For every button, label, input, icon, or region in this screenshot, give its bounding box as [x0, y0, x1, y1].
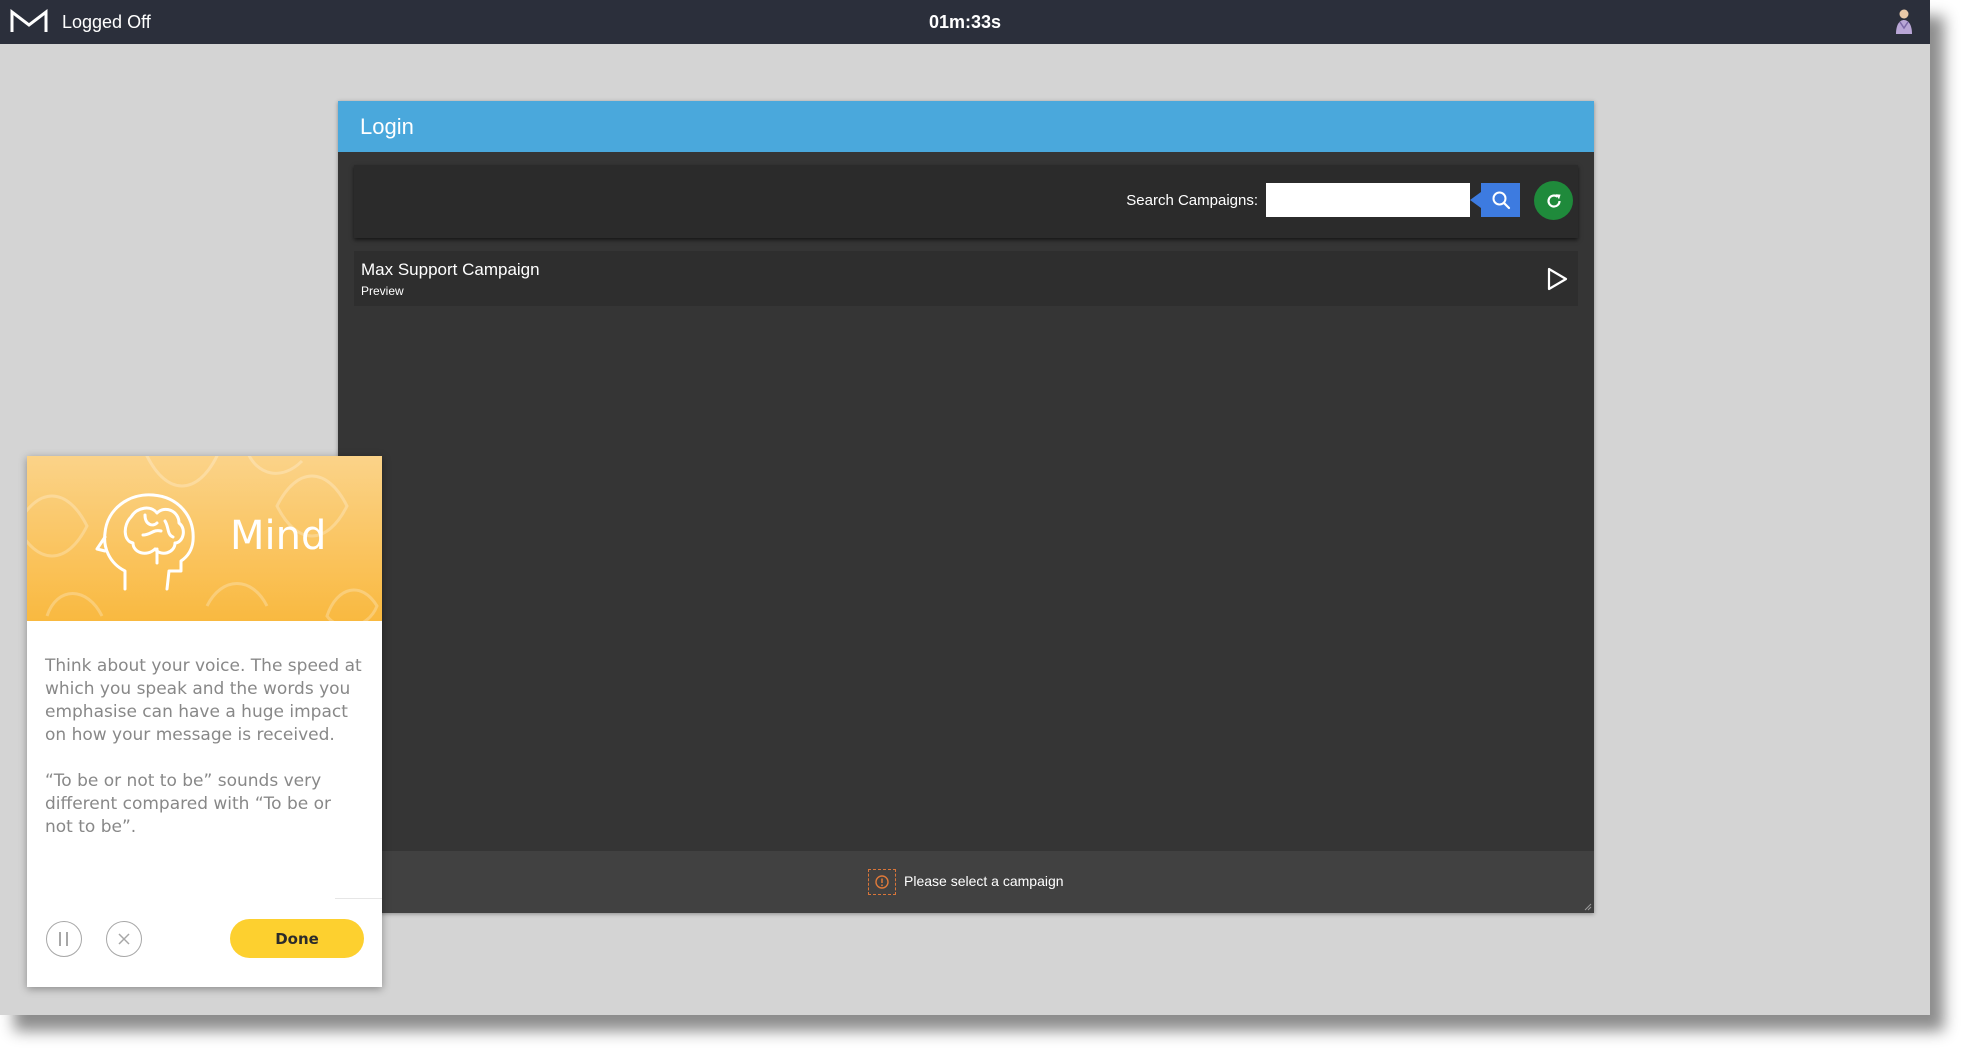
tip-paragraph: Think about your voice. The speed at whi…: [45, 656, 362, 745]
mind-card-header: Mind: [27, 456, 382, 621]
mind-card-body: Think about your voice. The speed at whi…: [45, 655, 363, 862]
search-campaigns-input[interactable]: [1266, 183, 1470, 217]
panel-header: Login: [338, 101, 1594, 152]
info-icon: [868, 869, 896, 895]
refresh-icon: [1546, 193, 1561, 208]
campaign-name: Max Support Campaign: [361, 260, 540, 279]
tip-paragraph: “To be or not to be” sounds very differe…: [45, 771, 332, 837]
divider: [335, 898, 382, 899]
brain-head-icon: [95, 493, 195, 591]
campaign-list-item[interactable]: Max Support Campaign Preview: [354, 251, 1578, 306]
resize-grip-icon[interactable]: [1584, 903, 1592, 911]
campaign-mode: Preview: [361, 284, 404, 298]
login-panel: Login Search Campaigns: Max Support Camp…: [338, 101, 1594, 913]
done-button[interactable]: Done: [230, 919, 364, 958]
panel-title: Login: [360, 114, 414, 139]
close-icon: [118, 933, 130, 945]
search-label: Search Campaigns:: [1126, 192, 1258, 209]
top-bar: Logged Off 01m:33s: [0, 0, 1930, 44]
session-timer: 01m:33s: [928, 12, 1002, 32]
play-icon[interactable]: [1544, 265, 1570, 293]
pause-button[interactable]: [46, 921, 82, 957]
search-caret: [1470, 192, 1481, 208]
search-icon: [1492, 191, 1510, 210]
app-window: Logged Off 01m:33s Login Search Campaign…: [0, 0, 1930, 1015]
panel-footer: Please select a campaign: [338, 851, 1594, 913]
footer-message: Please select a campaign: [904, 873, 1064, 889]
search-button[interactable]: [1481, 183, 1520, 217]
refresh-button[interactable]: [1534, 181, 1573, 220]
search-bar: Search Campaigns:: [354, 165, 1578, 238]
mind-tip-card: Mind Think about your voice. The speed a…: [27, 456, 382, 987]
mind-card-title: Mind: [230, 513, 327, 559]
close-button[interactable]: [106, 921, 142, 957]
agent-avatar-icon[interactable]: [1892, 8, 1916, 36]
